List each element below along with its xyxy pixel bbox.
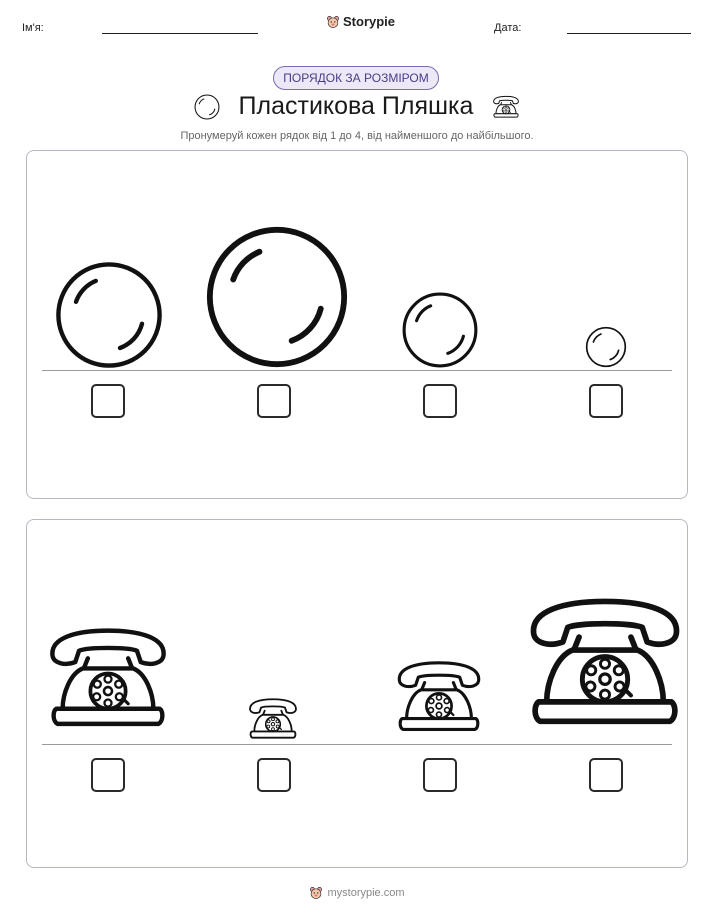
- bear-icon: [309, 886, 323, 900]
- brand-logo: Storypie: [326, 14, 395, 29]
- instructions: Пронумеруй кожен рядок від 1 до 4, від н…: [180, 130, 534, 142]
- bubble-icon: [204, 224, 350, 370]
- answer-box[interactable]: [257, 758, 291, 792]
- name-field[interactable]: [102, 33, 258, 34]
- date-label: Дата:: [494, 22, 522, 34]
- footer: mystorypie.com: [0, 886, 714, 900]
- bubble-icon: [401, 291, 479, 369]
- footer-site[interactable]: mystorypie.com: [327, 887, 404, 899]
- answer-box[interactable]: [257, 384, 291, 418]
- ground-line: [42, 370, 672, 371]
- answer-box[interactable]: [589, 758, 623, 792]
- answer-box[interactable]: [423, 758, 457, 792]
- brand-name: Storypie: [343, 14, 396, 29]
- bubble-icon: [54, 260, 164, 370]
- rotary-telephone-icon: [394, 659, 484, 735]
- bubble-icon: [585, 326, 627, 368]
- date-field[interactable]: [567, 33, 691, 34]
- ground-line: [42, 744, 672, 745]
- rotary-telephone-icon: [492, 95, 520, 119]
- bear-icon: [326, 15, 340, 29]
- answer-box[interactable]: [423, 384, 457, 418]
- answer-box[interactable]: [91, 384, 125, 418]
- rotary-telephone-icon: [247, 697, 299, 741]
- answer-box[interactable]: [91, 758, 125, 792]
- page-title: Пластикова Пляшка: [238, 92, 474, 120]
- bubble-icon: [194, 94, 220, 120]
- answer-box[interactable]: [589, 384, 623, 418]
- rotary-telephone-icon: [524, 589, 686, 737]
- name-label: Ім'я:: [22, 22, 44, 34]
- category-tag: ПОРЯДОК ЗА РОЗМІРОМ: [273, 66, 439, 90]
- title-row: Пластикова Пляшка: [0, 92, 714, 121]
- rotary-telephone-icon: [45, 625, 171, 732]
